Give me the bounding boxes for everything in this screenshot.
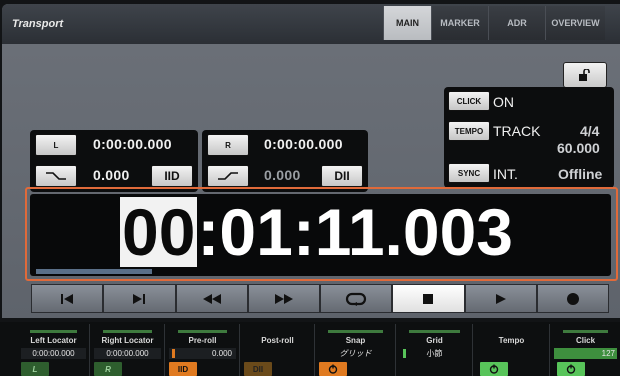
footer-value: 小節: [400, 348, 469, 359]
tempo-mode: TRACK: [493, 123, 541, 139]
click-value: ON: [493, 94, 514, 110]
footer-button-l[interactable]: L: [21, 362, 49, 376]
fast-forward-icon: [274, 293, 293, 304]
footer-snap[interactable]: Snap グリッド: [316, 324, 396, 376]
loop-icon: [346, 292, 367, 306]
preroll-value: 0.000: [211, 349, 232, 358]
footer-value: 0:00:00.000: [21, 348, 86, 359]
footer-label: Tempo: [498, 336, 525, 345]
stop-button[interactable]: [392, 284, 465, 313]
fade-in-value: 0.000: [93, 167, 130, 183]
tab-bar: MAIN MARKER ADR OVERVIEW: [383, 6, 605, 40]
tempo-power-button[interactable]: [480, 362, 508, 376]
postroll-button[interactable]: DII: [321, 165, 363, 187]
time-signature: 4/4: [580, 123, 600, 139]
footer-value: グリッド: [319, 348, 392, 359]
power-icon: [489, 364, 499, 374]
footer-postroll[interactable]: Post-roll DII: [241, 324, 315, 376]
power-icon: [566, 364, 576, 374]
rewind-icon: [202, 293, 221, 304]
unlock-icon: [579, 69, 590, 81]
knob-indicator: [563, 330, 608, 333]
play-icon: [495, 293, 506, 304]
fast-forward-button[interactable]: [247, 284, 320, 313]
time-counter[interactable]: 00 :01:11.003: [120, 197, 513, 267]
tab-adr[interactable]: ADR: [488, 6, 545, 40]
go-to-start-icon: [61, 293, 74, 304]
fade-out-value: 0.000: [264, 167, 301, 183]
grid-value: 小節: [426, 349, 443, 358]
left-locator-time: 0:00:00.000: [93, 136, 172, 152]
stop-icon: [423, 293, 434, 304]
click-volume-value: 127: [601, 349, 615, 358]
fade-in-button[interactable]: [35, 165, 77, 187]
rewind-button[interactable]: [175, 284, 248, 313]
go-to-start-button[interactable]: [31, 284, 104, 313]
tab-overview[interactable]: OVERVIEW: [545, 6, 605, 40]
footer-label: Grid: [426, 336, 443, 345]
knob-indicator: [328, 330, 383, 333]
snap-power-button[interactable]: [319, 362, 347, 376]
preroll-icon: IID: [164, 169, 180, 183]
right-locator-time: 0:00:00.000: [264, 136, 343, 152]
knob-indicator: [103, 330, 152, 333]
footer-label: Click: [575, 336, 596, 345]
footer-label: Snap: [345, 336, 366, 345]
transport-bar: [31, 284, 609, 313]
footer-right-locator[interactable]: Right Locator 0:00:00.000 R: [91, 324, 165, 376]
sync-status: Offline: [558, 166, 603, 182]
fade-in-curve-icon: [46, 172, 66, 180]
record-button[interactable]: [536, 284, 609, 313]
click-power-button[interactable]: [557, 362, 585, 376]
footer-click[interactable]: Click 127: [551, 324, 620, 376]
counter-hours-selected[interactable]: 00: [120, 197, 198, 267]
go-to-end-button[interactable]: [103, 284, 176, 313]
footer-label: Left Locator: [30, 336, 77, 345]
knob-indicator: [409, 330, 460, 333]
record-icon: [566, 292, 579, 305]
footer-preroll[interactable]: Pre-roll 0.000 IID: [166, 324, 240, 376]
footer-preroll-button[interactable]: IID: [169, 362, 197, 376]
footer-label: Post-roll: [261, 336, 294, 345]
tab-main[interactable]: MAIN: [383, 6, 431, 40]
footer-tempo[interactable]: Tempo: [474, 324, 550, 376]
tempo-button[interactable]: TEMPO: [448, 121, 490, 141]
preroll-level-marker: [172, 349, 175, 358]
power-icon: [328, 364, 338, 374]
position-progress-bar[interactable]: [36, 269, 152, 274]
knob-indicator: [178, 330, 227, 333]
play-button[interactable]: [464, 284, 537, 313]
tab-marker[interactable]: MARKER: [431, 6, 488, 40]
tempo-bpm: 60.000: [557, 140, 600, 156]
knob-indicator: [30, 330, 77, 333]
preroll-button[interactable]: IID: [151, 165, 193, 187]
footer-left-locator[interactable]: Left Locator 0:00:00.000 L: [18, 324, 90, 376]
sync-button[interactable]: SYNC: [448, 163, 490, 183]
lock-button[interactable]: [563, 62, 607, 88]
footer-button-r[interactable]: R: [94, 362, 122, 376]
go-to-end-icon: [133, 293, 146, 304]
sync-source: INT.: [493, 166, 518, 182]
grid-level-marker: [403, 349, 406, 358]
footer-value: 0.000: [169, 348, 236, 359]
fade-out-button[interactable]: [207, 165, 249, 187]
footer-postroll-button[interactable]: DII: [244, 362, 272, 376]
left-locator-button[interactable]: L: [35, 134, 77, 156]
right-locator-button[interactable]: R: [207, 134, 249, 156]
footer-grid[interactable]: Grid 小節: [397, 324, 473, 376]
footer-value: 127: [554, 348, 617, 359]
footer-label: Right Locator: [101, 336, 154, 345]
footer-label: Pre-roll: [188, 336, 217, 345]
footer-value: 0:00:00.000: [94, 348, 161, 359]
window-title: Transport: [12, 18, 64, 30]
loop-button[interactable]: [320, 284, 393, 313]
fade-out-curve-icon: [218, 172, 238, 180]
postroll-icon: DII: [334, 169, 350, 183]
counter-time-rest: :01:11.003: [197, 195, 514, 269]
click-button[interactable]: CLICK: [448, 91, 490, 111]
